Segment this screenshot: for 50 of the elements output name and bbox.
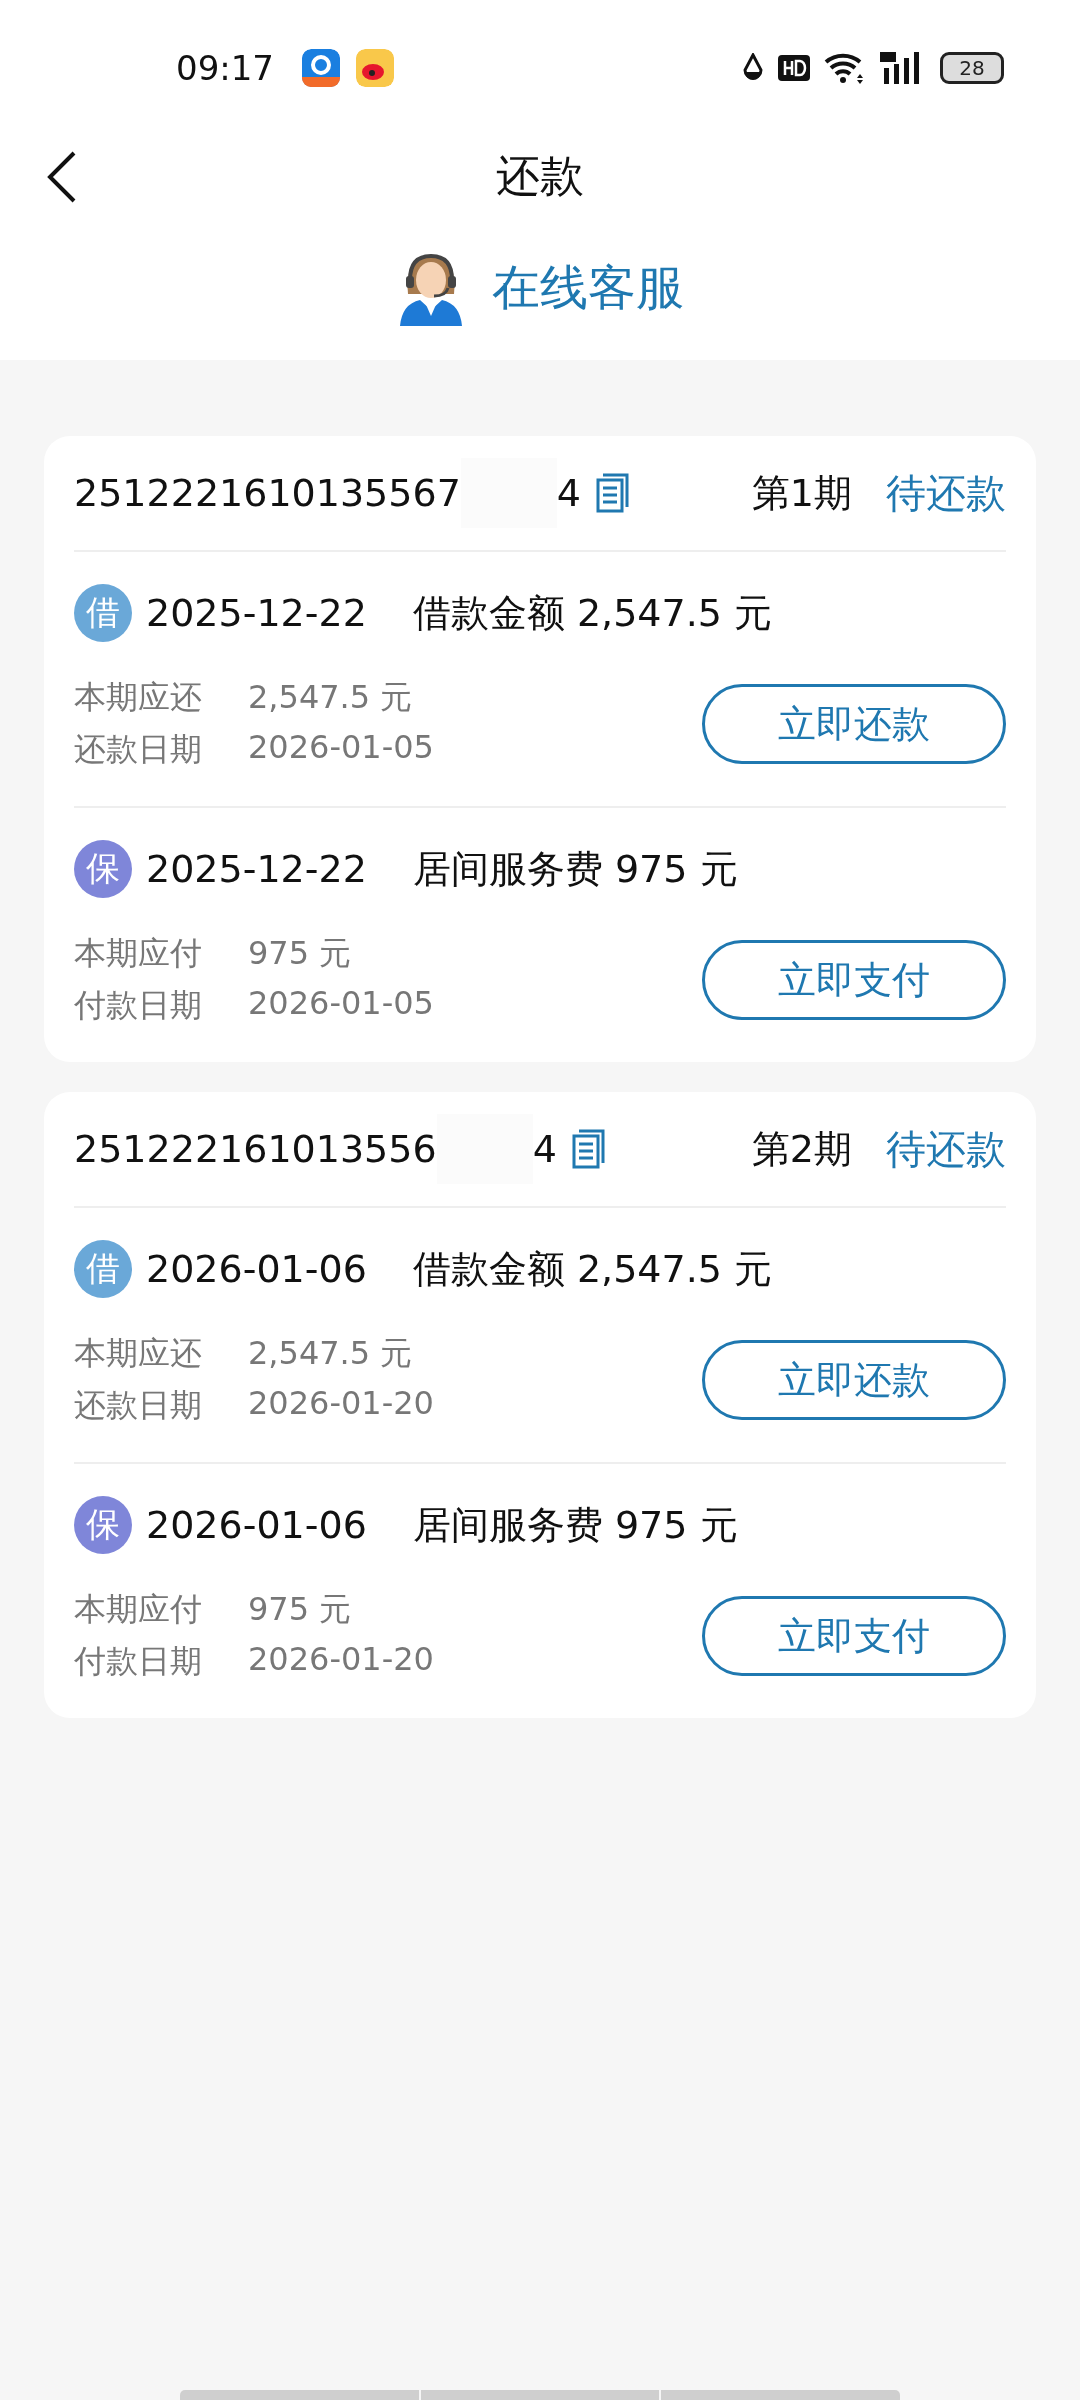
amount-value: 2,547.5 元 [248, 677, 413, 718]
due-date-value: 2026-01-20 [248, 1384, 434, 1424]
order-number-end: 4 [556, 471, 581, 515]
amount-label: 本期应付 [74, 933, 203, 974]
document-icon[interactable] [595, 473, 631, 513]
wifi-icon [824, 52, 866, 84]
item-date: 2026-01-06 [146, 1247, 367, 1291]
order-number: 2512221610135567 [74, 471, 461, 515]
amount-label: 本期应还 [74, 677, 203, 718]
app-notification-icon [302, 49, 340, 87]
online-service-link[interactable]: 在线客服 [492, 256, 684, 320]
pay-button[interactable]: 立即还款 [702, 684, 1006, 764]
item-date: 2025-12-22 [146, 591, 367, 635]
document-icon[interactable] [570, 1129, 607, 1169]
order-number-end: 4 [532, 1127, 557, 1171]
item-date: 2025-12-22 [146, 847, 367, 891]
battery-level: 28 [940, 52, 1004, 84]
status-time: 09:17 [176, 48, 274, 88]
drop-icon [742, 53, 764, 83]
item-summary: 借款金额 2,547.5 元 [412, 589, 773, 637]
due-date-value: 2026-01-05 [248, 984, 434, 1024]
due-date-value: 2026-01-05 [248, 728, 434, 768]
item-summary: 居间服务费 975 元 [412, 1501, 738, 1549]
type-badge: 借 [74, 1240, 132, 1298]
type-badge: 借 [74, 584, 132, 642]
due-date-label: 付款日期 [74, 985, 203, 1026]
amount-value: 975 元 [248, 1589, 352, 1630]
hd-icon [778, 55, 810, 81]
status-label: 待还款 [886, 1124, 1006, 1174]
amount-value: 975 元 [248, 933, 352, 974]
page-title: 还款 [496, 148, 584, 203]
amount-value: 2,547.5 元 [248, 1333, 413, 1374]
item-summary: 居间服务费 975 元 [412, 845, 738, 893]
item-date: 2026-01-06 [146, 1503, 367, 1547]
amount-label: 本期应还 [74, 1333, 203, 1374]
due-date-label: 还款日期 [74, 729, 203, 770]
pay-button[interactable]: 立即还款 [702, 1340, 1006, 1420]
period-label: 第1期 [751, 469, 852, 517]
due-date-label: 付款日期 [74, 1641, 203, 1682]
type-badge: 保 [74, 1496, 132, 1554]
due-date-label: 还款日期 [74, 1385, 203, 1426]
pay-button[interactable]: 立即支付 [702, 940, 1006, 1020]
due-date-value: 2026-01-20 [248, 1640, 434, 1680]
order-number: 251222161013556 [74, 1127, 437, 1171]
amount-label: 本期应付 [74, 1589, 203, 1630]
status-label: 待还款 [886, 468, 1006, 518]
type-badge: 保 [74, 840, 132, 898]
period-label: 第2期 [751, 1125, 852, 1173]
pay-button[interactable]: 立即支付 [702, 1596, 1006, 1676]
item-summary: 借款金额 2,547.5 元 [412, 1245, 773, 1293]
